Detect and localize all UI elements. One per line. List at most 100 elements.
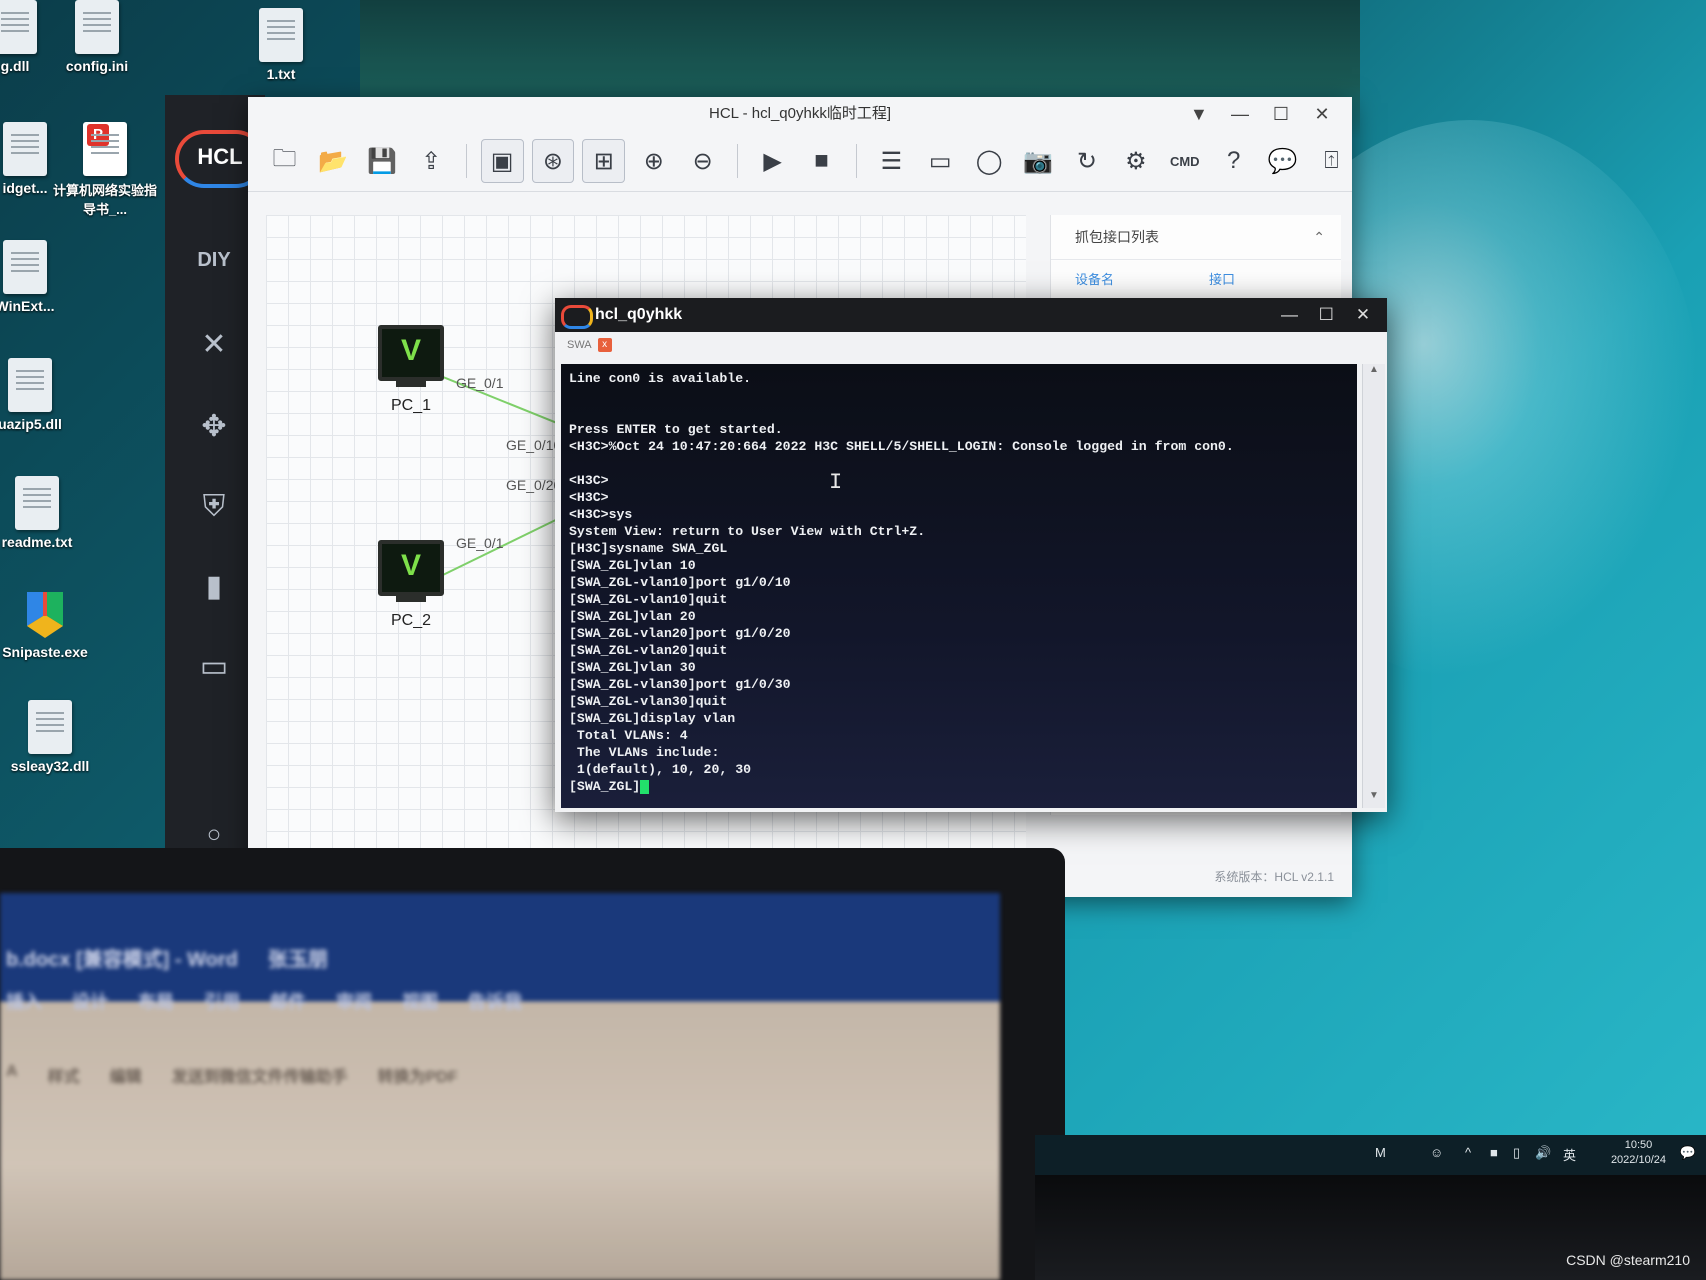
server-icon[interactable]: ▮ [191, 567, 237, 607]
ribbon-tab[interactable]: 布局 [138, 988, 174, 1014]
settings-gear-icon[interactable]: ⚙ [1115, 140, 1156, 182]
device-list-icon[interactable]: ☰ [871, 140, 912, 182]
router-icon[interactable]: ✕ [191, 325, 237, 365]
col-interface[interactable]: 接口 [1185, 260, 1319, 300]
start-all-icon[interactable]: ▶ [752, 140, 793, 182]
user-feedback-icon[interactable]: ⍐ [1311, 140, 1352, 182]
people-icon[interactable]: ☺ [1430, 1145, 1443, 1160]
pc2-node[interactable]: V PC_2 [366, 540, 456, 630]
terminal-line: [SWA_ZGL-vlan20]port g1/0/20 [569, 626, 791, 641]
scroll-down-icon[interactable]: ▼ [1363, 790, 1385, 808]
terminal-title-bar: hcl_q0yhkk — ☐ ✕ [555, 298, 1387, 332]
terminal-line: Line con0 is available. [569, 371, 752, 386]
desk-icon-quazip5-dll[interactable]: uazip5.dll [0, 358, 85, 432]
close-button[interactable]: ✕ [1304, 97, 1340, 131]
desk-icon-pdf[interactable]: 计算机网络实验指导书_... [50, 122, 160, 218]
language-indicator[interactable]: 英 [1563, 1145, 1576, 1164]
terminal-line: [SWA_ZGL-vlan10]port g1/0/10 [569, 575, 791, 590]
terminal-line: [H3C]sysname SWA_ZGL [569, 541, 728, 556]
ribbon-tab[interactable]: 设计 [72, 988, 108, 1014]
zoom-in-icon[interactable]: ⊕ [633, 140, 674, 182]
grid-icon[interactable]: ⊞ [582, 139, 626, 183]
maximize-button[interactable]: ☐ [1263, 97, 1299, 131]
desk-icon-1-txt[interactable]: 1.txt [226, 8, 336, 82]
add-ellipse-icon[interactable]: ◯ [969, 140, 1010, 182]
word-title: b.docx [兼容模式] - Word [6, 949, 238, 971]
capture-panel-title[interactable]: 抓包接口列表 ⌃ [1051, 215, 1341, 260]
scroll-up-icon[interactable]: ▲ [1363, 364, 1385, 382]
stop-all-icon[interactable]: ■ [801, 140, 842, 182]
desk-icon-snipaste[interactable]: Snipaste.exe [0, 586, 100, 660]
switch-icon[interactable]: ✥ [191, 407, 237, 447]
taskbar-clock[interactable]: 10:50 2022/10/24 [1611, 1138, 1666, 1168]
ribbon-tab[interactable]: 告诉我 [468, 988, 522, 1014]
terminal-title: hcl_q0yhkk [595, 306, 683, 323]
volume-icon[interactable]: 🔊 [1535, 1145, 1551, 1161]
desk-icon-readme-txt[interactable]: readme.txt [0, 476, 92, 550]
terminal-scrollbar[interactable]: ▲ ▼ [1362, 364, 1385, 808]
ribbon-tool[interactable]: 样式 [48, 1063, 80, 1087]
cmd-icon[interactable]: CMD [1164, 140, 1205, 182]
ribbon-tool[interactable]: A [6, 1063, 18, 1087]
topology-icon[interactable]: ⊛ [531, 139, 575, 183]
save-icon[interactable]: 💾 [362, 140, 403, 182]
terminal-maximize-button[interactable]: ☐ [1310, 298, 1342, 332]
wechat-icon[interactable]: 💬 [1262, 140, 1303, 182]
terminal-prompt-line[interactable]: [SWA_ZGL] [569, 778, 1357, 795]
minimize-button[interactable]: — [1222, 97, 1258, 131]
open-folder-icon[interactable]: 📂 [313, 140, 354, 182]
new-project-icon[interactable]: 🗀 [264, 140, 305, 182]
foreground-laptop: b.docx [兼容模式] - Word 张玉朋 插入 设计 布局 引用 邮件 … [0, 848, 1065, 1280]
dll-file-icon [8, 358, 52, 412]
refresh-icon[interactable]: ↻ [1067, 140, 1108, 182]
terminal-pc-icon[interactable]: ▭ [191, 647, 237, 687]
word-user: 张玉朋 [267, 949, 328, 971]
ribbon-tool[interactable]: 编辑 [110, 1063, 142, 1087]
terminal-window: hcl_q0yhkk — ☐ ✕ SWA x I Line con0 is av… [555, 298, 1387, 812]
firewall-shield-icon[interactable]: ⛨ [191, 487, 237, 527]
tab-swa[interactable]: SWA x [567, 338, 612, 352]
ribbon-tab[interactable]: 引用 [204, 988, 240, 1014]
pc-stand [396, 596, 426, 602]
ribbon-tab[interactable]: 视图 [402, 988, 438, 1014]
ime-indicator[interactable]: M [1375, 1145, 1386, 1160]
ribbon-tool[interactable]: 转换为PDF [378, 1063, 458, 1087]
show-hidden-icons-icon[interactable]: ^ [1465, 1145, 1471, 1160]
menu-dropdown-icon[interactable]: ▼ [1181, 97, 1217, 131]
terminal-line: [SWA_ZGL]display vlan [569, 711, 736, 726]
notification-center-icon[interactable]: 💬 [1680, 1145, 1696, 1161]
terminal-line: <H3C> [569, 473, 609, 488]
desk-icon-ssleay32[interactable]: ssleay32.dll [0, 700, 105, 774]
camera-icon[interactable]: 📷 [1018, 140, 1059, 182]
ribbon-tool[interactable]: 发送到微信文件传输助手 [172, 1063, 348, 1087]
terminal-line: 1(default), 10, 20, 30 [569, 762, 752, 777]
terminal-minimize-button[interactable]: — [1274, 298, 1306, 332]
pc-screen-icon: V [378, 325, 444, 381]
terminal-prompt: [SWA_ZGL] [569, 779, 641, 794]
ribbon-tab[interactable]: 插入 [6, 988, 42, 1014]
tab-close-icon[interactable]: x [597, 338, 612, 352]
export-icon[interactable]: ⇪ [411, 140, 452, 182]
collapse-icon[interactable]: ⌃ [1313, 215, 1325, 259]
show-interface-icon[interactable]: ▣ [480, 139, 524, 183]
terminal-output[interactable]: I Line con0 is available. Press ENTER to … [561, 364, 1357, 808]
col-device-name[interactable]: 设备名 [1051, 260, 1185, 300]
add-rect-icon[interactable]: ▭ [920, 140, 961, 182]
toolbar-separator [737, 144, 739, 178]
terminal-line: [SWA_ZGL]vlan 10 [569, 558, 696, 573]
help-icon[interactable]: ? [1213, 140, 1254, 182]
battery-icon[interactable]: ▯ [1513, 1145, 1520, 1161]
ribbon-tab[interactable]: 审阅 [336, 988, 372, 1014]
terminal-close-button[interactable]: ✕ [1347, 298, 1379, 332]
pc2-port-label: GE_0/1 [456, 535, 504, 551]
toolbar-separator [855, 144, 857, 178]
desk-icon-config-ini[interactable]: config.ini [42, 0, 152, 74]
desk-icon-winext[interactable]: WinExt... [0, 240, 80, 314]
diy-icon[interactable]: DIY [191, 240, 237, 280]
pc1-node[interactable]: V PC_1 [366, 325, 456, 415]
version-label: 系统版本：HCL v2.1.1 [1214, 870, 1334, 884]
tray-app-icon[interactable]: ■ [1490, 1145, 1498, 1160]
terminal-line: [SWA_ZGL-vlan20]quit [569, 643, 728, 658]
ribbon-tab[interactable]: 邮件 [270, 988, 306, 1014]
zoom-out-icon[interactable]: ⊖ [682, 140, 723, 182]
